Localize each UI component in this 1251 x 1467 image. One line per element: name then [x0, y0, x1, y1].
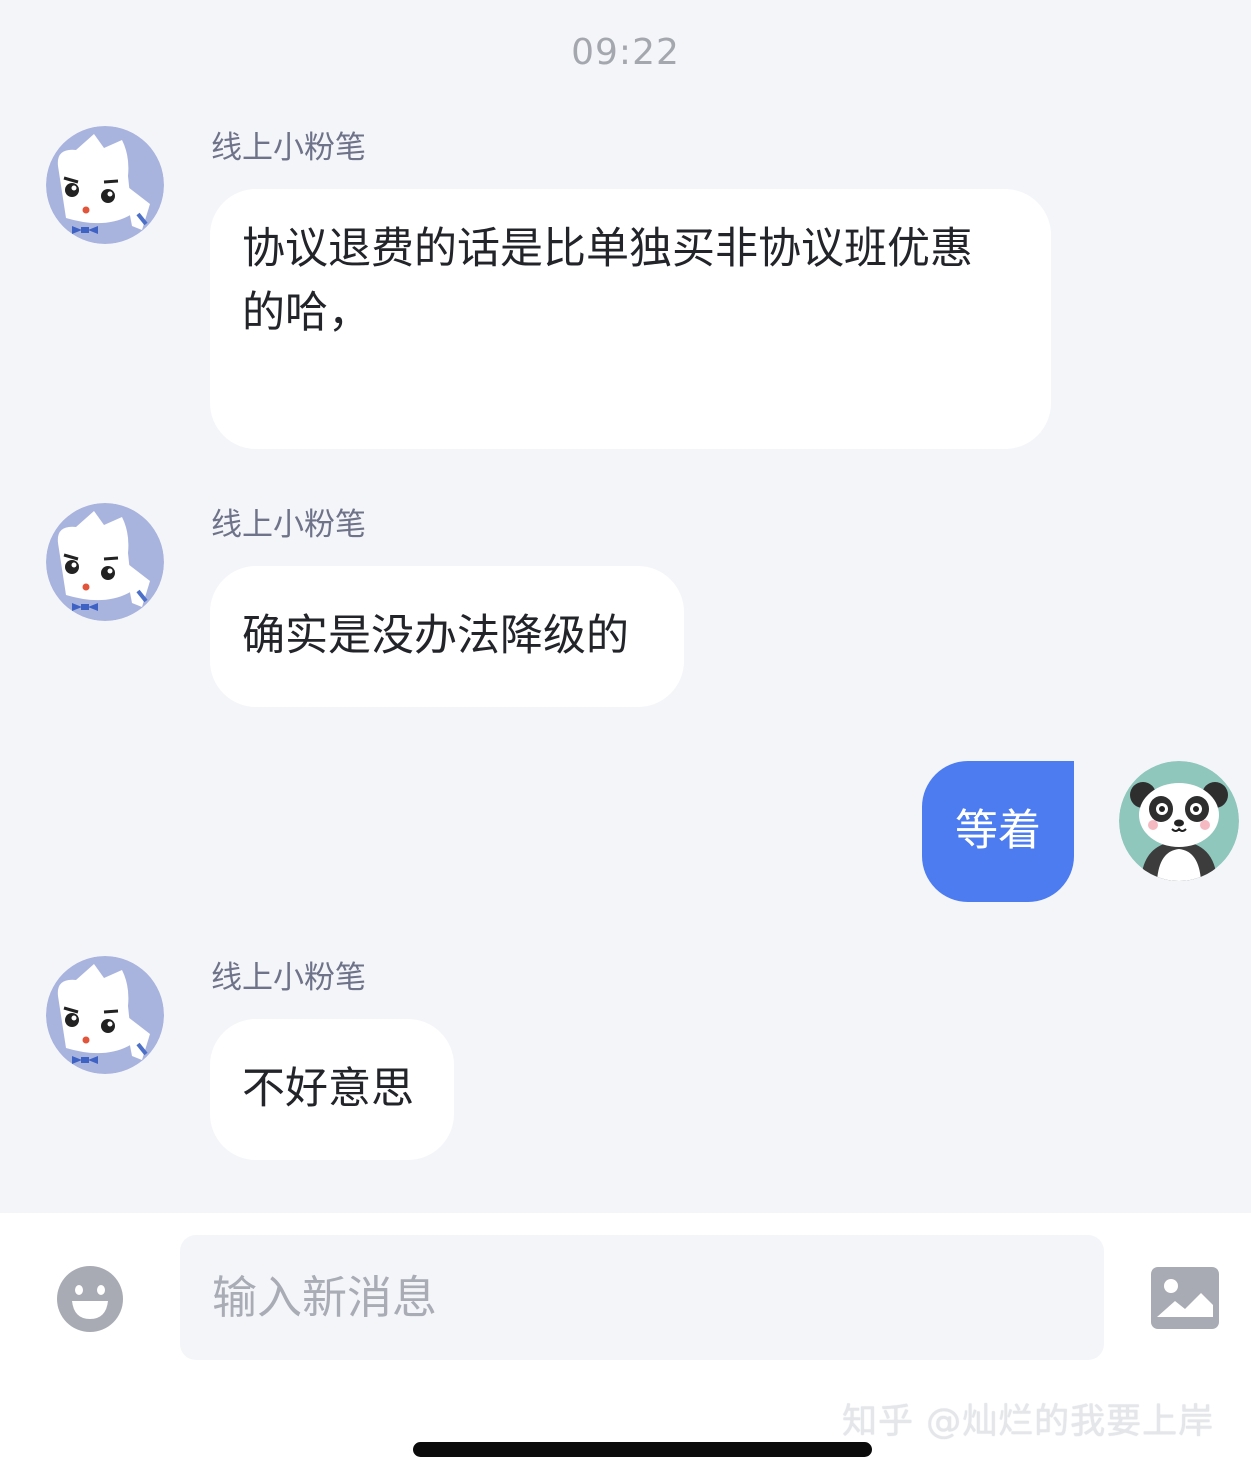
- message-bubble[interactable]: 确实是没办法降级的: [210, 566, 684, 707]
- message-text-line: 协议退费的话是比单独买非协议班优惠: [242, 224, 973, 274]
- home-indicator[interactable]: [413, 1442, 872, 1457]
- bot-avatar[interactable]: [46, 503, 164, 621]
- message-bubble[interactable]: 不好意思: [210, 1019, 454, 1160]
- composer-bar: 输入新消息 知乎 @灿烂的我要上岸: [0, 1213, 1251, 1467]
- watermark: 知乎 @灿烂的我要上岸: [842, 1402, 1215, 1442]
- sender-name: 线上小粉笔: [211, 960, 366, 996]
- image-icon[interactable]: [1151, 1267, 1219, 1333]
- user-avatar-panda[interactable]: [1119, 761, 1239, 881]
- message-text-line: 的哈，: [242, 288, 371, 338]
- sender-name: 线上小粉笔: [211, 507, 366, 543]
- my-message-bubble[interactable]: 等着: [922, 761, 1074, 902]
- bot-avatar[interactable]: [46, 126, 164, 244]
- message-bubble[interactable]: 协议退费的话是比单独买非协议班优惠 的哈，: [210, 189, 1051, 449]
- bot-avatar[interactable]: [46, 956, 164, 1074]
- message-text: 等着: [955, 806, 1041, 856]
- sender-name: 线上小粉笔: [211, 130, 366, 166]
- message-input[interactable]: 输入新消息: [180, 1235, 1104, 1360]
- message-text: 不好意思: [242, 1064, 414, 1114]
- emoji-icon[interactable]: [56, 1265, 124, 1337]
- message-text: 确实是没办法降级的: [242, 611, 629, 661]
- message-timestamp: 09:22: [571, 32, 680, 73]
